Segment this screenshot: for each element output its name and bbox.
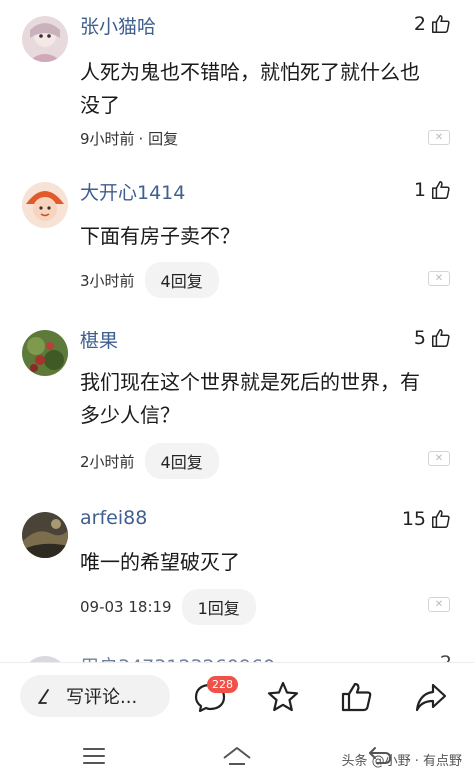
star-icon	[267, 681, 299, 712]
menu-icon	[83, 748, 105, 764]
comment-toolbar: 写评论... 228	[0, 662, 474, 728]
close-icon: ✕	[434, 598, 444, 610]
comment-username[interactable]: 大开心1414	[80, 178, 185, 205]
system-navigation-bar: 头条 @小野 · 有点野	[0, 728, 474, 783]
comment-username[interactable]: 椹果	[80, 326, 118, 353]
home-icon	[223, 747, 251, 765]
thumbs-up-icon	[432, 15, 450, 33]
thumbs-up-icon	[432, 181, 450, 199]
comment-time: 2小时前	[80, 452, 135, 471]
close-icon: ✕	[434, 452, 444, 464]
comment-time: 9小时前	[80, 130, 135, 148]
home-button[interactable]	[221, 742, 253, 770]
comment-text: 唯一的希望破灭了	[80, 550, 240, 574]
like-count: 1	[413, 179, 426, 201]
close-icon: ✕	[434, 272, 444, 284]
comment-text: 人死为鬼也不错哈，就怕死了就什么也没了	[80, 60, 420, 117]
like-button[interactable]: 2	[414, 13, 452, 35]
like-count: 5	[413, 327, 426, 349]
avatar[interactable]	[22, 16, 68, 62]
comment-username[interactable]: arfei88	[80, 507, 147, 529]
write-comment-placeholder: 写评论...	[66, 687, 138, 708]
reply-count-button[interactable]: 4回复	[144, 443, 219, 479]
avatar[interactable]	[22, 512, 68, 558]
dismiss-button[interactable]: ✕	[428, 597, 450, 612]
dismiss-button[interactable]: ✕	[428, 271, 450, 286]
like-button[interactable]: 15	[402, 508, 452, 530]
dismiss-button[interactable]: ✕	[428, 130, 450, 145]
like-button[interactable]: 1	[414, 179, 452, 201]
comment-meta: 3小时前 4回复	[80, 262, 219, 298]
comment-count-badge: 228	[207, 676, 238, 693]
share-button[interactable]	[411, 677, 451, 717]
comment-time: 09-03 18:19	[80, 598, 172, 616]
reply-link[interactable]: · 回复	[139, 128, 179, 149]
avatar[interactable]	[22, 182, 68, 228]
like-count: 2	[413, 13, 426, 35]
like-button[interactable]: 5	[414, 327, 452, 349]
write-comment-input[interactable]: 写评论...	[20, 675, 170, 717]
reply-count-button[interactable]: 4回复	[144, 262, 219, 298]
close-icon: ✕	[434, 131, 444, 143]
thumbs-up-icon	[432, 510, 450, 528]
comment-time: 3小时前	[80, 271, 135, 290]
comment-username[interactable]: 张小猫哈	[80, 12, 156, 39]
comment-text: 我们现在这个世界就是死后的世界，有多少人信？	[80, 370, 420, 427]
comment-text: 下面有房子卖不？	[80, 224, 240, 248]
thumbs-up-icon	[341, 682, 372, 712]
watermark: 头条 @小野 · 有点野	[341, 754, 462, 769]
like-article-button[interactable]	[337, 677, 377, 717]
thumbs-up-icon	[432, 329, 450, 347]
pen-icon	[38, 689, 49, 704]
share-icon	[415, 683, 447, 712]
dismiss-button[interactable]: ✕	[428, 451, 450, 466]
reply-count-button[interactable]: 1回复	[181, 589, 256, 625]
menu-button[interactable]	[78, 742, 110, 770]
like-count: 15	[401, 508, 426, 530]
comment-meta: 2小时前 4回复	[80, 443, 219, 479]
favorite-button[interactable]	[263, 677, 303, 717]
avatar[interactable]	[22, 330, 68, 376]
comment-meta: 09-03 18:19 1回复	[80, 589, 256, 625]
comment-meta: 9小时前 · 回复	[80, 128, 178, 149]
